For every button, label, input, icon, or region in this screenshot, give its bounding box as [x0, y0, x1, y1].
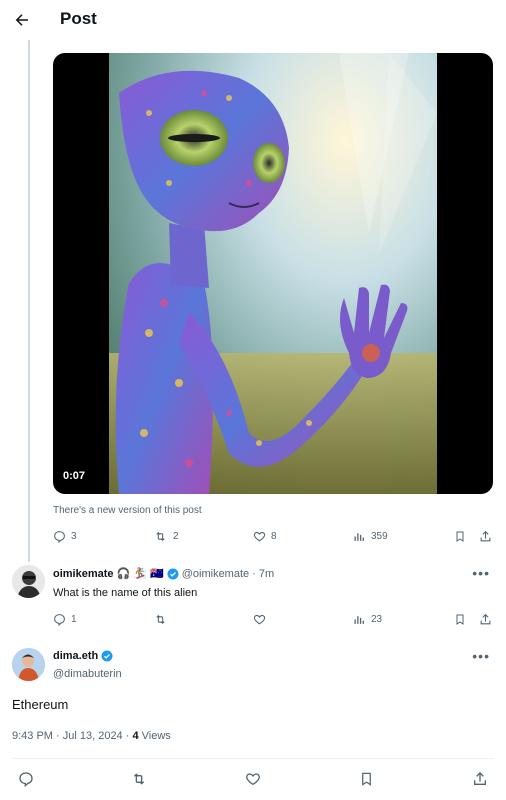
main-user-photo: [12, 648, 45, 681]
heart-icon: [246, 773, 260, 786]
repost-button[interactable]: 2: [153, 530, 179, 543]
repost-button[interactable]: [153, 613, 168, 626]
reply-button[interactable]: 3: [53, 530, 77, 543]
share-icon: [480, 530, 491, 542]
share-button[interactable]: [479, 530, 492, 543]
verified-badge-icon: [167, 568, 179, 579]
reply-button[interactable]: 1: [53, 613, 77, 626]
avatar[interactable]: [12, 565, 45, 598]
reply-name-emojis: 🎧 🏂 🇦🇺: [116, 568, 164, 580]
avatar[interactable]: [12, 648, 45, 681]
like-button[interactable]: [253, 613, 266, 626]
top-bar: Post: [0, 0, 506, 40]
main-post-text: Ethereum: [12, 697, 69, 712]
bookmark-button[interactable]: [454, 613, 466, 626]
reply-handle[interactable]: @oimikemate: [182, 568, 249, 580]
heart-icon: [253, 531, 266, 542]
bookmark-icon: [456, 531, 464, 542]
repost-icon: [133, 773, 145, 785]
reply-count: 1: [71, 614, 77, 625]
reply-author-row: oimikemate 🎧 🏂 🇦🇺 @oimikemate · 7m: [53, 567, 274, 581]
views-button[interactable]: 23: [353, 613, 382, 626]
new-version-notice[interactable]: There's a new version of this post: [53, 505, 202, 516]
reply-display-name[interactable]: oimikemate: [53, 568, 114, 580]
bookmark-icon: [362, 772, 371, 786]
back-button[interactable]: [8, 6, 36, 34]
bookmark-button[interactable]: [359, 771, 374, 787]
repost-button[interactable]: [130, 771, 148, 787]
like-button[interactable]: 8: [253, 530, 277, 543]
video-duration: 0:07: [63, 470, 86, 482]
repost-icon: [156, 614, 165, 625]
reply-icon: [54, 614, 65, 626]
like-button[interactable]: [245, 771, 261, 787]
views-label: Views: [138, 730, 171, 742]
views-button[interactable]: 359: [353, 530, 388, 543]
analytics-icon: [354, 533, 364, 541]
alien-video-frame: [109, 53, 437, 494]
heart-icon: [253, 614, 266, 625]
share-button[interactable]: [479, 613, 492, 626]
reply-icon: [54, 531, 65, 543]
reply-text: What is the name of this alien: [53, 587, 198, 599]
share-button[interactable]: [472, 771, 488, 787]
video-player[interactable]: 0:07: [53, 53, 493, 494]
reply-button[interactable]: [18, 771, 34, 787]
bookmark-button[interactable]: [454, 530, 466, 543]
divider: [12, 758, 494, 759]
reply-count: 3: [71, 531, 77, 542]
views-count: 23: [371, 614, 383, 625]
share-icon: [480, 613, 491, 625]
more-options-icon[interactable]: •••: [472, 565, 490, 581]
share-icon: [474, 772, 486, 785]
bookmark-icon: [456, 614, 464, 625]
reply-time[interactable]: · 7m: [252, 568, 274, 580]
thread-connector-line: [28, 40, 30, 562]
analytics-icon: [354, 616, 364, 624]
main-author-row: dima.eth: [53, 650, 113, 662]
main-handle[interactable]: @dimabuterin: [53, 668, 122, 680]
post-metadata: 9:43 PM · Jul 13, 2024 · 4 Views: [12, 730, 171, 742]
arrow-left-icon: [15, 14, 28, 26]
like-count: 8: [271, 531, 277, 542]
page-title: Post: [60, 9, 97, 28]
repost-icon: [156, 531, 165, 542]
main-display-name[interactable]: dima.eth: [53, 650, 98, 662]
verified-badge-icon: [101, 650, 113, 662]
reply-icon: [19, 772, 33, 787]
post-timestamp[interactable]: 9:43 PM · Jul 13, 2024 ·: [12, 730, 132, 742]
more-options-icon[interactable]: •••: [472, 648, 490, 664]
views-count: 359: [371, 531, 388, 542]
reply-user-photo: [12, 565, 45, 598]
repost-count: 2: [173, 531, 179, 542]
